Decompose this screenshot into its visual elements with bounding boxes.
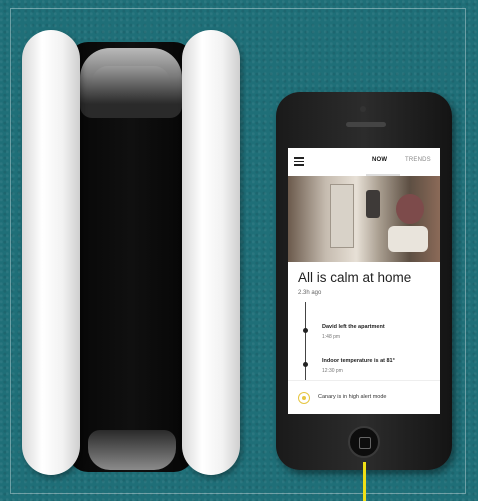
home-snapshot-image[interactable] bbox=[288, 176, 440, 262]
accent-line bbox=[363, 462, 366, 501]
event-time: 1:48 pm bbox=[322, 334, 341, 340]
event-title[interactable]: Indoor temperature is at 81° bbox=[322, 358, 395, 364]
camera-icon bbox=[360, 106, 366, 112]
tab-trends[interactable]: TRENDS bbox=[405, 157, 431, 163]
timeline-dot bbox=[303, 328, 308, 333]
device-right-pillar bbox=[182, 30, 240, 475]
canary-device bbox=[22, 30, 240, 475]
app-header: NOW TRENDS bbox=[288, 148, 440, 176]
device-left-pillar bbox=[22, 30, 80, 475]
alert-mode-icon bbox=[298, 392, 310, 404]
status-headline: All is calm at home bbox=[298, 270, 412, 285]
timeline-dot bbox=[303, 362, 308, 367]
phone: NOW TRENDS All is calm at home 2.3h ago … bbox=[276, 92, 452, 470]
timeline-line bbox=[305, 302, 306, 380]
mode-status-bar[interactable]: Canary is in high alert mode bbox=[288, 380, 440, 414]
mode-text: Canary is in high alert mode bbox=[318, 394, 387, 400]
device-lens bbox=[92, 66, 170, 98]
tab-now[interactable]: NOW bbox=[372, 157, 387, 163]
home-button[interactable] bbox=[348, 426, 380, 458]
time-ago: 2.3h ago bbox=[298, 290, 322, 296]
home-square-icon bbox=[359, 437, 371, 449]
event-time: 12:30 pm bbox=[322, 368, 343, 374]
hamburger-menu-icon[interactable] bbox=[294, 157, 304, 166]
device-base bbox=[88, 430, 176, 470]
speaker-icon bbox=[346, 122, 386, 127]
app-screen: NOW TRENDS All is calm at home 2.3h ago … bbox=[288, 148, 440, 414]
event-title[interactable]: David left the apartment bbox=[322, 324, 385, 330]
